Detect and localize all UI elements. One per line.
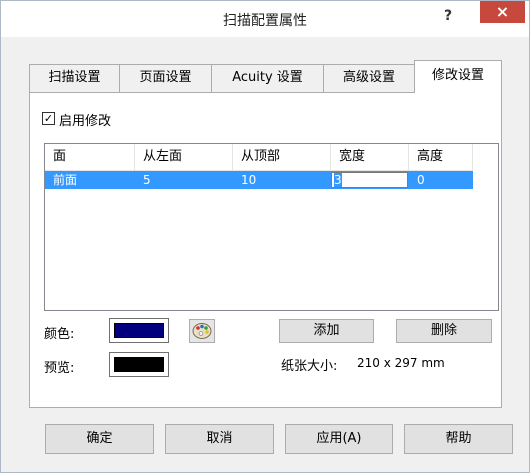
apply-button[interactable]: 应用(A): [285, 424, 393, 454]
cancel-button[interactable]: 取消: [165, 424, 274, 454]
tab-page-settings[interactable]: 页面设置: [119, 64, 212, 92]
column-header-width[interactable]: 宽度: [331, 144, 409, 170]
enable-modify-checkbox[interactable]: ✓: [42, 112, 55, 125]
title-bar: 扫描配置属性 ? ×: [1, 1, 529, 37]
cell-face: 前面: [53, 173, 78, 187]
cell-from-left: 5: [143, 173, 151, 187]
delete-button[interactable]: 删除: [396, 319, 492, 343]
palette-icon: [192, 323, 212, 339]
preview-label: 预览:: [44, 361, 75, 376]
color-swatch[interactable]: [109, 318, 169, 343]
tab-advanced-settings[interactable]: 高级设置: [323, 64, 415, 92]
cell-height: 0: [417, 173, 425, 187]
add-button[interactable]: 添加: [279, 319, 374, 343]
cell-from-top: 10: [241, 173, 257, 187]
preview-swatch: [109, 352, 169, 377]
width-edit-value: 3: [334, 173, 342, 187]
column-header-from-top[interactable]: 从顶部: [233, 144, 331, 170]
grid-header: 面 从左面 从顶部 宽度 高度: [45, 144, 473, 171]
paper-size-value: 210 x 297 mm: [357, 356, 445, 370]
table-row[interactable]: 前面 5 10 3 0: [45, 171, 473, 189]
palette-button[interactable]: [189, 319, 215, 343]
close-button[interactable]: ×: [480, 1, 525, 23]
modify-grid[interactable]: 面 从左面 从顶部 宽度 高度 前面 5 10 3 0: [44, 143, 499, 311]
help-button[interactable]: 帮助: [404, 424, 513, 454]
tab-acuity-settings[interactable]: Acuity 设置: [211, 64, 324, 92]
column-header-from-left[interactable]: 从左面: [135, 144, 233, 170]
color-swatch-fill: [114, 323, 164, 338]
paper-size-label: 纸张大小:: [281, 359, 338, 374]
width-edit-field[interactable]: 3: [331, 172, 408, 188]
column-header-height[interactable]: 高度: [409, 144, 473, 170]
enable-modify-label: 启用修改: [59, 114, 112, 129]
tab-scan-settings[interactable]: 扫描设置: [29, 64, 120, 92]
tab-modify-settings[interactable]: 修改设置: [414, 60, 502, 93]
column-header-face[interactable]: 面: [45, 144, 135, 170]
preview-swatch-fill: [114, 357, 164, 372]
ok-button[interactable]: 确定: [45, 424, 154, 454]
color-label: 颜色:: [44, 327, 75, 342]
help-icon[interactable]: ?: [437, 5, 459, 27]
